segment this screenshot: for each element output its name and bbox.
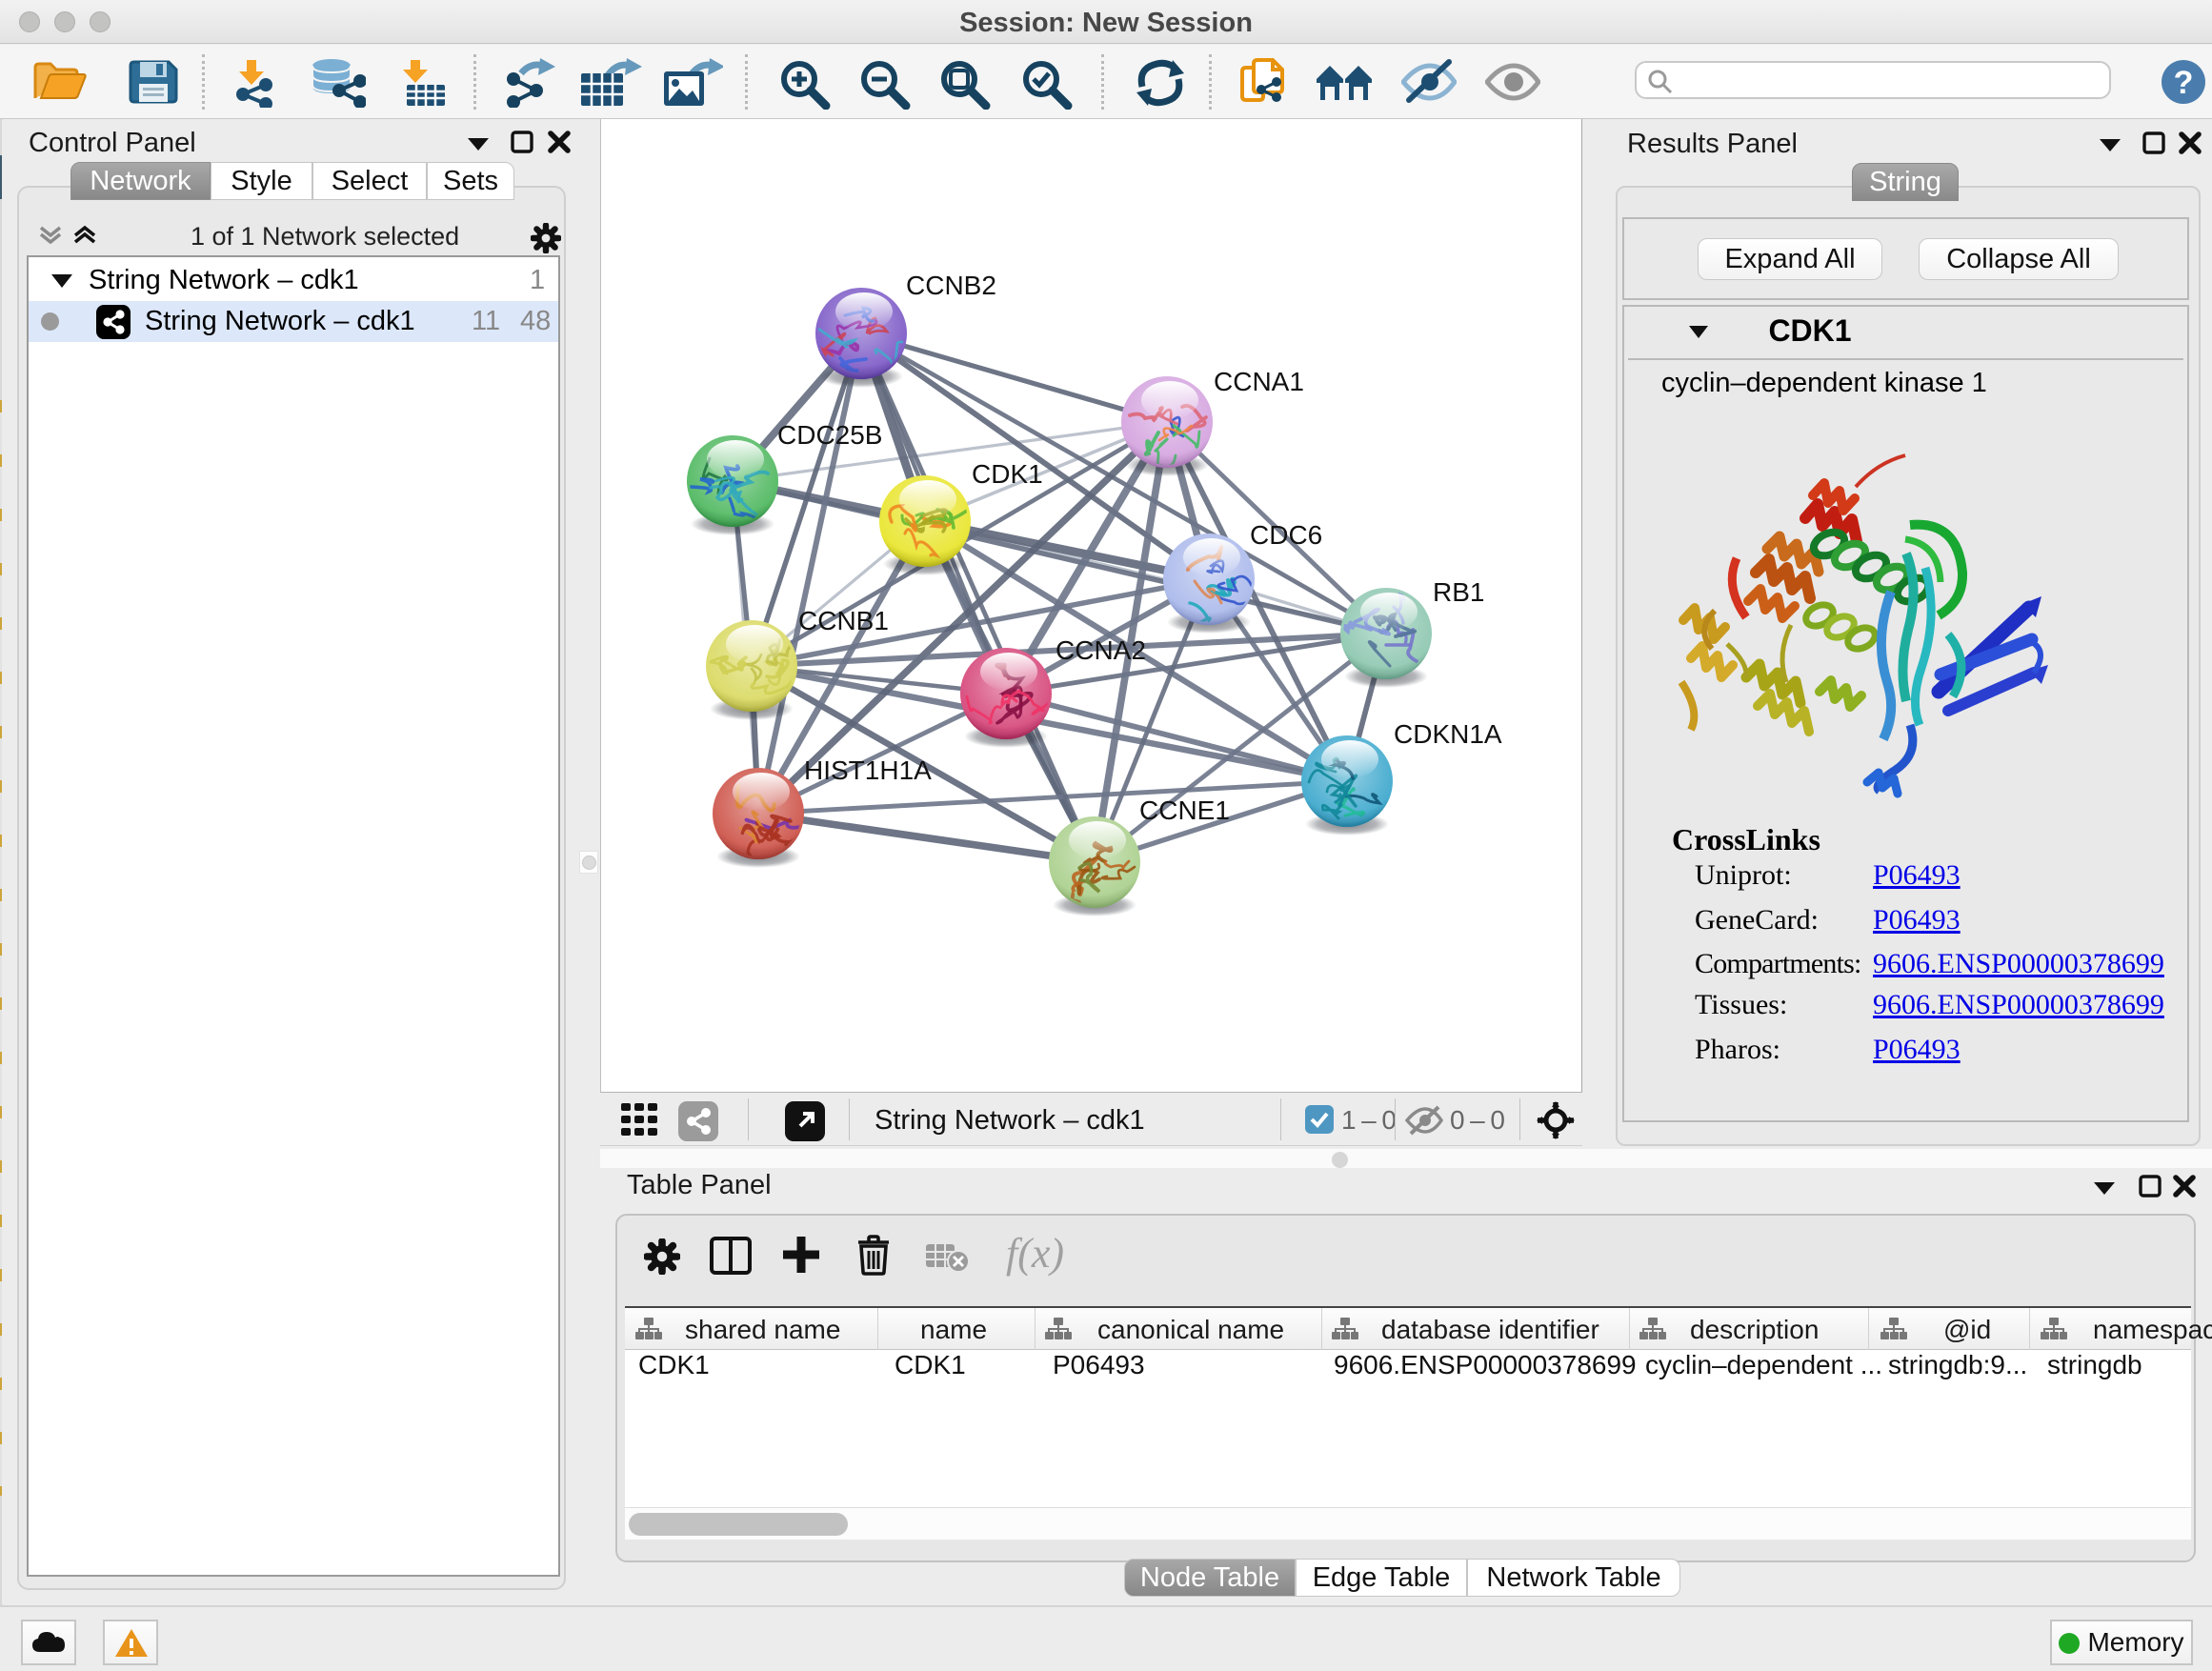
svg-text:HIST1H1A: HIST1H1A: [804, 755, 932, 785]
svg-text:CCNE1: CCNE1: [1139, 795, 1230, 825]
svg-text:CDC25B: CDC25B: [777, 420, 882, 450]
svg-text:CDK1: CDK1: [972, 459, 1043, 489]
svg-text:CCNA1: CCNA1: [1214, 367, 1304, 396]
svg-text:CDC6: CDC6: [1250, 520, 1322, 550]
svg-text:CDKN1A: CDKN1A: [1394, 719, 1502, 749]
svg-text:?: ?: [2174, 65, 2194, 101]
svg-text:RB1: RB1: [1433, 577, 1484, 607]
svg-text:CCNB2: CCNB2: [906, 271, 996, 300]
svg-text:CCNA2: CCNA2: [1056, 635, 1146, 665]
svg-text:CCNB1: CCNB1: [798, 606, 889, 635]
